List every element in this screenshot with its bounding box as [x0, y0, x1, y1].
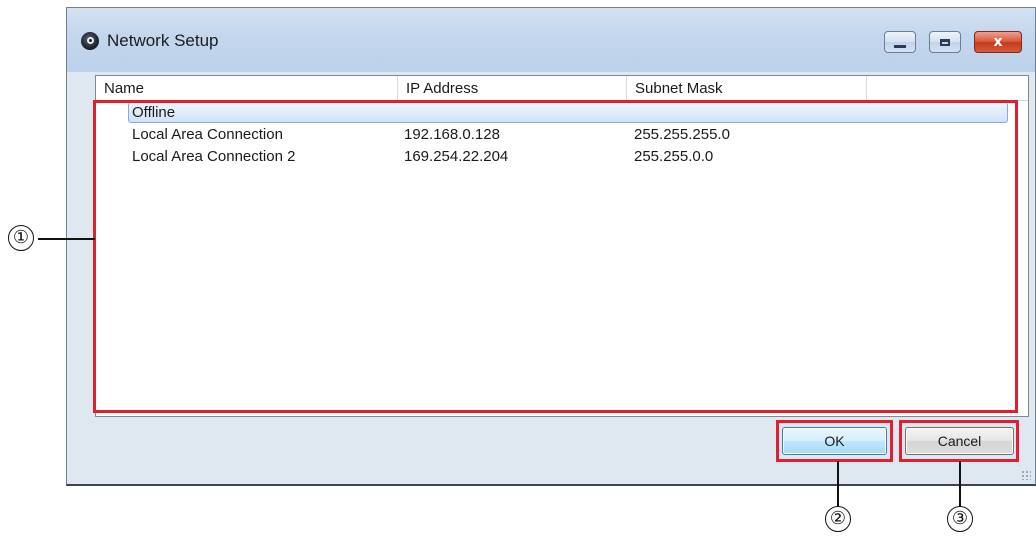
row-subnet: 255.255.0.0 [634, 148, 714, 165]
list-row-local-area-connection-2[interactable]: Local Area Connection 2 169.254.22.204 2… [96, 146, 1028, 168]
minimize-icon [894, 44, 906, 48]
callout-3: ③ [947, 506, 973, 532]
callout-1: ① [8, 225, 34, 251]
network-setup-window: Network Setup x Name IP Address Subnet M… [66, 7, 1036, 486]
app-disc-icon [81, 32, 99, 50]
annotation-leader-2 [837, 461, 839, 507]
list-row-local-area-connection[interactable]: Local Area Connection 192.168.0.128 255.… [96, 124, 1028, 146]
row-ip: 192.168.0.128 [404, 126, 500, 143]
row-name: Local Area Connection [132, 126, 283, 143]
network-adapter-list[interactable]: Name IP Address Subnet Mask Offline Loca… [95, 75, 1029, 417]
title-bar[interactable]: Network Setup x [67, 8, 1035, 72]
annotation-leader-3 [959, 461, 961, 507]
list-row-offline[interactable]: Offline [96, 102, 1028, 124]
selection-highlight [128, 102, 1008, 123]
column-header-ip-address[interactable]: IP Address [398, 76, 627, 100]
close-icon: x [993, 34, 1003, 50]
column-header-subnet-mask[interactable]: Subnet Mask [627, 76, 867, 100]
resize-grip[interactable] [1021, 470, 1031, 480]
row-subnet: 255.255.255.0 [634, 126, 730, 143]
column-header-name[interactable]: Name [96, 76, 398, 100]
row-name: Local Area Connection 2 [132, 148, 296, 165]
callout-2: ② [825, 506, 851, 532]
cancel-button[interactable]: Cancel [905, 427, 1014, 455]
list-header: Name IP Address Subnet Mask [96, 76, 1028, 101]
minimize-button[interactable] [884, 31, 916, 53]
maximize-icon [940, 38, 950, 46]
window-title: Network Setup [107, 31, 219, 50]
row-ip: 169.254.22.204 [404, 148, 509, 165]
close-button[interactable]: x [974, 31, 1022, 53]
ok-button[interactable]: OK [782, 427, 887, 455]
maximize-button[interactable] [929, 31, 961, 53]
row-name: Offline [132, 104, 176, 121]
annotation-leader-1 [38, 238, 95, 240]
